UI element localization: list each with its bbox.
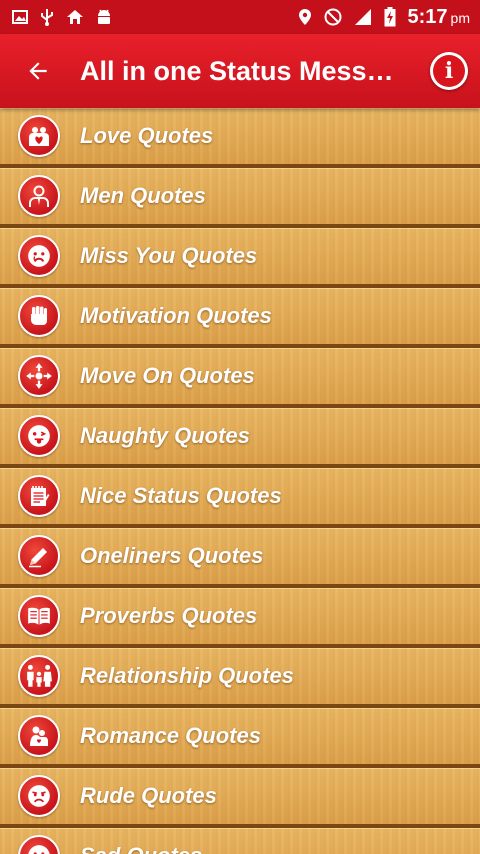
open-book-icon <box>18 595 60 637</box>
category-list: Love Quotes Men Quotes Miss You Quotes M… <box>0 108 480 854</box>
list-item-naughty[interactable]: Naughty Quotes <box>0 408 480 468</box>
annoyed-face-icon <box>18 775 60 817</box>
list-item-sad[interactable]: Sad Quotes <box>0 828 480 854</box>
location-icon <box>298 9 311 25</box>
crying-face-icon <box>18 835 60 854</box>
status-bar: 5:17 pm <box>0 0 480 34</box>
home-icon <box>67 10 83 24</box>
list-item-move-on[interactable]: Move On Quotes <box>0 348 480 408</box>
app-title: All in one Status Mess… <box>80 55 394 86</box>
battery-charging-icon <box>384 7 396 27</box>
sad-face-icon <box>18 235 60 277</box>
list-item-label: Relationship Quotes <box>80 663 294 688</box>
status-ampm: pm <box>450 9 470 26</box>
list-item-label: Naughty Quotes <box>80 423 250 448</box>
list-item-label: Nice Status Quotes <box>80 483 282 508</box>
list-item-relationship[interactable]: Relationship Quotes <box>0 648 480 708</box>
list-item-romance[interactable]: Romance Quotes <box>0 708 480 768</box>
signal-icon <box>354 9 371 25</box>
wink-tongue-icon <box>18 415 60 457</box>
list-item-label: Love Quotes <box>80 123 214 148</box>
list-item-label: Men Quotes <box>80 183 206 208</box>
list-item-label: Oneliners Quotes <box>80 543 264 568</box>
list-item-label: Motivation Quotes <box>80 303 272 328</box>
status-icons-right: 5:17 pm <box>298 6 470 29</box>
fist-icon <box>18 295 60 337</box>
status-time: 5:17 pm <box>407 5 470 28</box>
list-item-label: Miss You Quotes <box>80 243 258 268</box>
list-item-label: Move On Quotes <box>80 363 255 388</box>
list-item-miss-you[interactable]: Miss You Quotes <box>0 228 480 288</box>
list-item-label: Proverbs Quotes <box>80 603 258 628</box>
list-item-nice-status[interactable]: Nice Status Quotes <box>0 468 480 528</box>
app-bar: All in one Status Mess… i <box>0 34 480 108</box>
pencil-icon <box>18 535 60 577</box>
back-button[interactable] <box>10 34 66 108</box>
romance-couple-icon <box>18 715 60 757</box>
status-icons-left <box>12 8 112 26</box>
man-icon <box>18 175 60 217</box>
android-icon <box>98 9 110 24</box>
info-button[interactable]: i <box>430 52 468 90</box>
image-icon <box>12 10 28 24</box>
list-item-oneliners[interactable]: Oneliners Quotes <box>0 528 480 588</box>
usb-icon <box>41 9 53 26</box>
list-item-rude[interactable]: Rude Quotes <box>0 768 480 828</box>
arrow-back-icon <box>29 62 47 80</box>
list-item-proverbs[interactable]: Proverbs Quotes <box>0 588 480 648</box>
family-icon <box>18 655 60 697</box>
move-arrows-icon <box>18 355 60 397</box>
list-item-motivation[interactable]: Motivation Quotes <box>0 288 480 348</box>
do-not-disturb-icon <box>324 8 342 26</box>
list-item-label: Romance Quotes <box>80 723 261 748</box>
notepad-icon <box>18 475 60 517</box>
list-item-men[interactable]: Men Quotes <box>0 168 480 228</box>
couple-heart-icon <box>18 115 60 157</box>
list-item-label: Sad Quotes <box>80 843 202 854</box>
info-icon: i <box>433 55 465 87</box>
list-item-love[interactable]: Love Quotes <box>0 108 480 168</box>
list-item-label: Rude Quotes <box>80 783 217 808</box>
